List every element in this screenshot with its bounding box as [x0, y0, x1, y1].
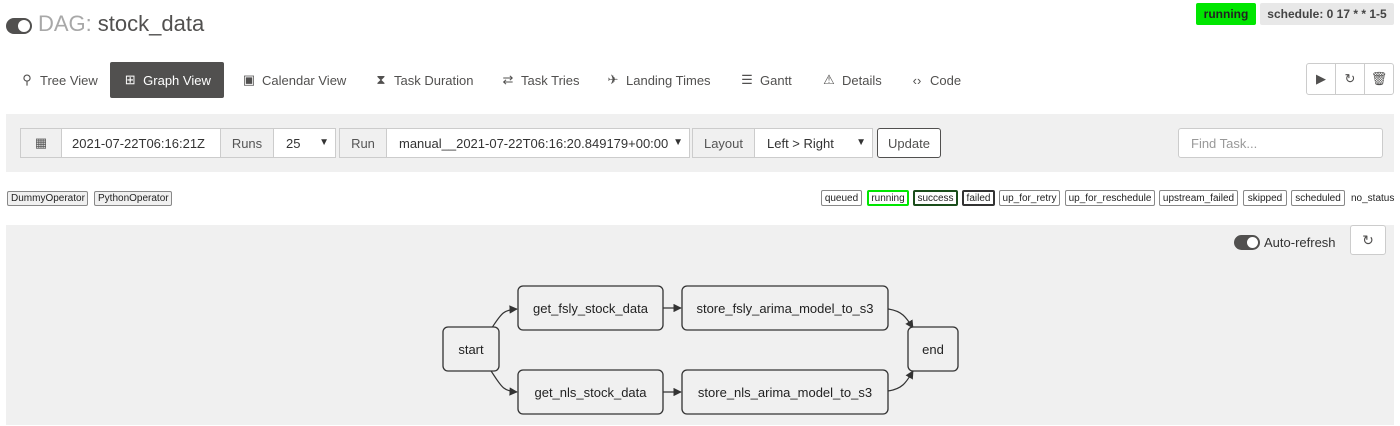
node-label: end [922, 342, 944, 357]
node-label: get_fsly_stock_data [533, 301, 649, 316]
calendar-icon: ▣ [242, 72, 256, 87]
node-label: start [458, 342, 484, 357]
tab-label: Task Tries [521, 72, 580, 88]
edge-store-fsly-end [887, 308, 914, 329]
tab-label: Calendar View [262, 72, 347, 88]
refresh-icon: ↻ [1362, 231, 1374, 248]
retry-icon: ⇄ [502, 72, 514, 87]
task-node-store-nls-arima-model[interactable]: store_nls_arima_model_to_s3 [681, 369, 889, 415]
graph-filter-bar: ▦ 2021-07-22T06:16:21Z Runs 25 ▼ Run man… [6, 114, 1394, 172]
hourglass-icon: ⧗ [376, 72, 386, 87]
tab-tree-view[interactable]: ⚲ Tree View [20, 62, 104, 98]
tree-icon: ⚲ [22, 72, 32, 87]
tab-label: Tree View [40, 72, 98, 88]
layout-label: Layout [692, 128, 755, 158]
edge-store-nls-end [887, 370, 914, 392]
legend-running[interactable]: running [867, 190, 909, 206]
tab-code[interactable]: ‹› Code [910, 62, 970, 98]
auto-refresh-label: Auto-refresh [1264, 234, 1336, 250]
code-icon: ‹› [912, 72, 922, 88]
tab-label: Graph View [143, 72, 211, 88]
legend-success[interactable]: success [913, 190, 958, 206]
chevron-down-icon: ▼ [673, 137, 683, 148]
node-label: get_nls_stock_data [534, 385, 647, 400]
legend-skipped[interactable]: skipped [1243, 190, 1287, 206]
update-button[interactable]: Update [877, 128, 941, 158]
tab-label: Task Duration [394, 72, 474, 88]
operator-tag: DummyOperator [7, 191, 88, 206]
find-task-input[interactable]: Find Task... [1178, 128, 1383, 158]
legend-queued[interactable]: queued [821, 190, 862, 206]
legend-upstream-failed[interactable]: upstream_failed [1159, 190, 1238, 206]
legend-up-for-retry[interactable]: up_for_retry [999, 190, 1060, 206]
tab-label: Code [930, 72, 962, 88]
view-nav: ⚲ Tree View ⊞ Graph View ▣ Calendar View… [0, 62, 1000, 98]
run-value: manual__2021-07-22T06:16:20.849179+00:00 [399, 135, 669, 151]
plane-icon: ✈ [607, 72, 619, 87]
runs-label: Runs [220, 128, 274, 158]
dag-graph-svg: start get_fsly_stock_data store_fsly_ari… [442, 285, 959, 415]
gantt-icon: ☰ [741, 72, 753, 87]
legend-scheduled[interactable]: scheduled [1291, 190, 1345, 206]
trash-icon: 🗑 [1370, 71, 1388, 86]
tab-graph-view[interactable]: ⊞ Graph View [110, 62, 224, 98]
refresh-icon: ↻ [1344, 71, 1356, 86]
runs-value: 25 [286, 135, 301, 151]
dag-pause-toggle[interactable] [6, 18, 32, 34]
operator-tag: PythonOperator [94, 191, 172, 206]
chevron-down-icon: ▼ [319, 137, 329, 148]
auto-refresh-switch[interactable] [1234, 234, 1260, 250]
task-node-get-nls-stock-data[interactable]: get_nls_stock_data [517, 369, 664, 415]
task-node-get-fsly-stock-data[interactable]: get_fsly_stock_data [517, 285, 664, 331]
task-node-end[interactable]: end [907, 326, 959, 372]
calendar-picker-button[interactable]: ▦ [20, 128, 62, 158]
delete-dag-button[interactable]: 🗑 [1365, 64, 1393, 94]
tab-calendar-view[interactable]: ▣ Calendar View [242, 62, 352, 98]
legend-up-for-reschedule[interactable]: up_for_reschedule [1065, 190, 1155, 206]
run-label: Run [339, 128, 387, 158]
tab-task-tries[interactable]: ⇄ Task Tries [501, 62, 583, 98]
chevron-down-icon: ▼ [856, 137, 866, 148]
graph-icon: ⊞ [124, 72, 136, 87]
tab-label: Details [842, 72, 882, 88]
node-label: store_nls_arima_model_to_s3 [698, 385, 872, 400]
node-label: store_fsly_arima_model_to_s3 [696, 301, 873, 316]
task-node-start[interactable]: start [442, 326, 500, 372]
warning-icon: ⚠ [823, 72, 835, 87]
dag-actions: ▶ ↻ 🗑 [1306, 63, 1394, 95]
tab-task-duration[interactable]: ⧗ Task Duration [374, 62, 478, 98]
graph-refresh-button[interactable]: ↻ [1350, 225, 1386, 255]
trigger-dag-button[interactable]: ▶ [1307, 64, 1336, 94]
tab-label: Landing Times [626, 72, 711, 88]
dag-state-badge: running [1196, 3, 1256, 25]
dag-graph-canvas[interactable]: start get_fsly_stock_data store_fsly_ari… [6, 225, 1394, 425]
legend-failed[interactable]: failed [962, 190, 995, 206]
runs-select[interactable]: 25 ▼ [273, 128, 336, 158]
dag-header: DAG: stock_data [6, 8, 204, 40]
schedule-badge: schedule: 0 17 * * 1-5 [1260, 3, 1394, 25]
tab-gantt[interactable]: ☰ Gantt [740, 62, 800, 98]
base-date-input[interactable]: 2021-07-22T06:16:21Z [61, 128, 221, 158]
legend-no-status: no_status [1351, 192, 1395, 204]
auto-refresh-toggle[interactable]: Auto-refresh [1234, 233, 1336, 251]
play-icon: ▶ [1316, 71, 1326, 86]
layout-select[interactable]: Left > Right ▼ [754, 128, 873, 158]
task-node-store-fsly-arima-model[interactable]: store_fsly_arima_model_to_s3 [681, 285, 889, 331]
tab-details[interactable]: ⚠ Details [822, 62, 888, 98]
dag-prefix: DAG: [38, 11, 92, 36]
layout-value: Left > Right [767, 135, 834, 151]
dag-title: stock_data [97, 11, 205, 36]
run-select[interactable]: manual__2021-07-22T06:16:20.849179+00:00… [386, 128, 690, 158]
tab-label: Gantt [760, 72, 792, 88]
calendar-icon: ▦ [34, 135, 48, 150]
refresh-dag-button[interactable]: ↻ [1336, 64, 1365, 94]
tab-landing-times[interactable]: ✈ Landing Times [606, 62, 718, 98]
